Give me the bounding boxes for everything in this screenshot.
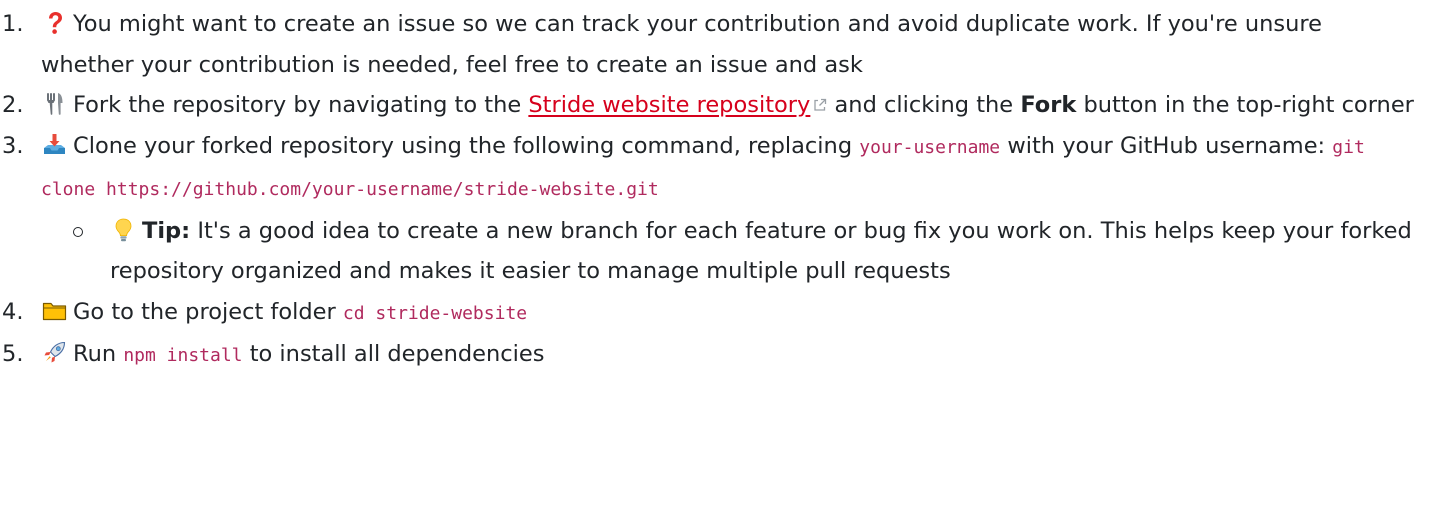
npm-install-command: npm install <box>123 345 243 366</box>
step-number: 2. <box>2 92 24 118</box>
step-text: You might want to create an issue so we … <box>41 11 1322 78</box>
step-text-middle: and clicking the <box>834 92 1014 118</box>
folder-icon <box>41 297 68 324</box>
external-link-icon <box>813 98 827 112</box>
step-text-before-link: Fork the repository by navigating to the <box>73 92 522 118</box>
username-placeholder-code: your-username <box>859 136 1001 158</box>
step-text: Go to the project folder <box>73 298 336 325</box>
stride-website-repository-link[interactable]: Stride website repository <box>528 92 810 118</box>
list-item: 2. Fork the repository by navigating to … <box>2 85 1416 126</box>
link-label: Stride website repository <box>528 92 811 118</box>
step-text-before-code: Run <box>73 341 117 367</box>
tip-label: Tip: <box>142 217 191 244</box>
rocket-icon <box>41 339 68 366</box>
tip-text: It's a good idea to create a new branch … <box>110 217 1412 285</box>
light-bulb-icon <box>110 216 137 243</box>
step-number: 1. <box>2 11 24 37</box>
step-number: 5. <box>2 341 24 367</box>
question-mark-icon <box>41 9 68 36</box>
step-text-after: button in the top-right corner <box>1083 92 1414 118</box>
steps-list: 1. You might want to create an issue so … <box>0 4 1416 377</box>
step-number: 3. <box>2 132 24 159</box>
step-text-after: to install all dependencies <box>249 341 545 367</box>
list-item: Tip: It's a good idea to create a new br… <box>73 211 1416 292</box>
cd-command: cd stride-website <box>342 302 528 324</box>
list-item: 5. Run npm install to install all depend… <box>2 334 1416 377</box>
contribution-steps-document: 1. You might want to create an issue so … <box>0 0 1437 377</box>
step-text-before-code: Clone your forked repository using the f… <box>73 132 853 159</box>
step-text-middle: with your GitHub username: <box>1007 132 1326 159</box>
fork-bold-label: Fork <box>1020 92 1077 118</box>
list-item: 4. Go to the project folder cd stride-we… <box>2 292 1416 335</box>
list-item: 1. You might want to create an issue so … <box>2 4 1416 85</box>
inbox-tray-icon <box>41 131 68 158</box>
list-item: 3. Clone your forked repository using th… <box>2 126 1416 292</box>
step-number: 4. <box>2 298 24 325</box>
tip-sublist: Tip: It's a good idea to create a new br… <box>41 211 1416 292</box>
fork-and-knife-icon <box>41 90 68 117</box>
circle-bullet-icon <box>73 226 83 237</box>
